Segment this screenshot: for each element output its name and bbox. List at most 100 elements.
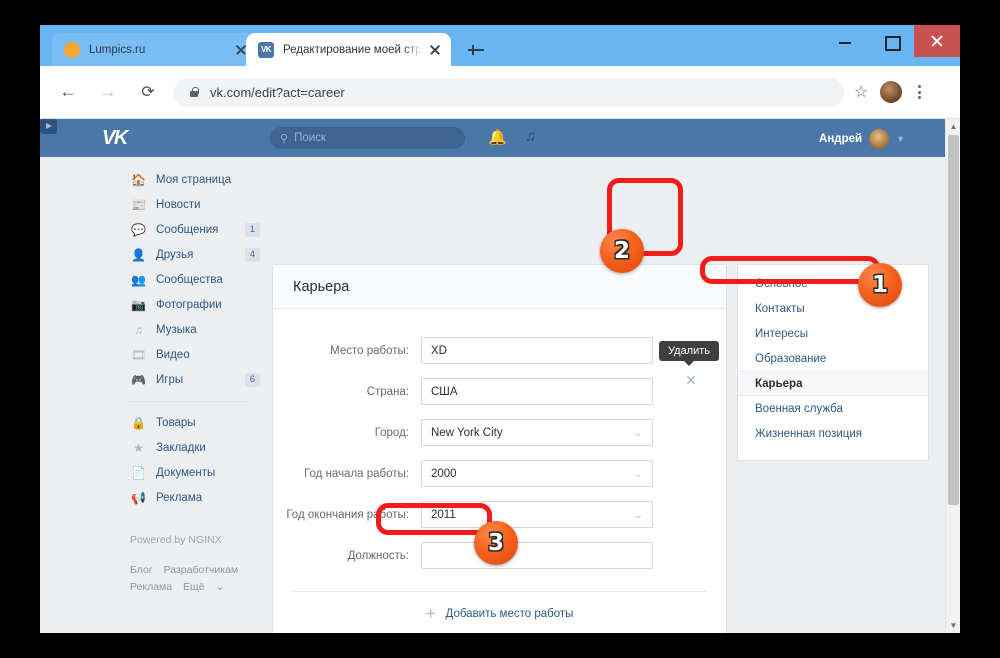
window-close-button[interactable] [914,25,960,57]
sidebar-item-video[interactable]: 🎞 Видео [130,342,260,367]
sidebar-item-music[interactable]: ♫ Музыка [130,317,260,342]
field-value: США [431,385,458,398]
scroll-up-arrow-icon[interactable]: ▲ [946,119,960,134]
menu-item-interests[interactable]: Интересы [738,321,928,346]
menu-item-contacts[interactable]: Контакты [738,296,928,321]
start-year-select[interactable]: 2000 ⌄ [421,460,653,487]
menu-item-military[interactable]: Военная служба [738,396,928,421]
bookmark-star-icon[interactable]: ☆ [854,82,868,102]
sidebar-item-market[interactable]: 🔒 Товары [130,410,260,435]
field-label: Год окончания работы: [286,508,409,521]
field-label: Место работы: [330,344,409,357]
chevron-down-icon: ⌄ [215,581,225,593]
back-arrow-icon[interactable]: ← [52,76,84,108]
sidebar-footer-links: Блог Разработчикам Реклама Ещё ⌄ [130,562,250,596]
forward-arrow-icon[interactable]: → [92,76,124,108]
video-icon: 🎞 [130,347,147,362]
end-year-select[interactable]: 2011 ⌄ [421,501,653,528]
sidebar-badge: 4 [244,247,260,262]
delete-job-control[interactable]: ✕ [677,366,705,394]
tab-title: Lumpics.ru [89,43,146,56]
annotation-badge-3: 3 [474,521,518,565]
bookmark-icon: ★ [133,440,144,455]
new-tab-button[interactable] [465,39,487,61]
field-value: 2011 [431,508,456,521]
sidebar-item-label: Музыка [156,323,197,336]
add-workplace-button[interactable]: + Добавить место работы [273,592,726,633]
market-icon: 🔒 [131,415,146,430]
video-icon[interactable] [40,119,57,134]
delete-tooltip: Удалить [659,341,719,366]
browser-tab-vk-edit[interactable]: VK Редактирование моей страниц [246,33,451,66]
plus-icon: + [425,604,436,623]
sidebar-item-bookmarks[interactable]: ★ Закладки [130,435,260,460]
footer-link-developers[interactable]: Разработчикам [164,564,239,576]
sidebar-item-communities[interactable]: 👥 Сообщества [130,267,260,292]
music-icon: ♫ [134,322,143,337]
bell-icon[interactable]: 🔔 [488,128,507,146]
browser-profile-avatar[interactable] [880,81,903,103]
chevron-down-icon: ⌄ [633,509,643,521]
sidebar-item-documents[interactable]: 📄 Документы [130,460,260,485]
address-bar[interactable]: vk.com/edit?act=career [174,77,844,107]
workplace-input[interactable]: XD [421,337,653,364]
photos-icon: 📷 [131,297,146,312]
page-scrollbar[interactable]: ▲ ▼ [945,119,960,633]
field-label: Город: [374,426,409,439]
vk-search-input[interactable]: ⚲ Поиск [270,127,465,149]
field-value: XD [431,344,447,357]
sidebar-item-label: Моя страница [156,173,232,186]
field-value: 2000 [431,467,457,480]
field-value: New York City [431,426,503,439]
search-icon: ⚲ [280,132,289,145]
sidebar-item-label: Игры [156,373,184,386]
career-settings-card: Карьера Место работы: XD Страна: США Гор… [272,264,727,633]
reload-icon[interactable]: ⟳ [132,76,164,108]
menu-item-education[interactable]: Образование [738,346,928,371]
scroll-down-arrow-icon[interactable]: ▼ [946,618,960,633]
sidebar-item-news[interactable]: 📰 Новости [130,192,260,217]
sidebar-divider [130,401,248,402]
left-navigation: 🏠 Моя страница 📰 Новости 💬 Сообщения 1 👤… [130,167,260,596]
vk-logo[interactable]: VK [102,127,128,150]
sidebar-item-ads[interactable]: 📢 Реклама [130,485,260,510]
sidebar-item-label: Друзья [156,248,194,261]
community-icon: 👥 [131,272,146,287]
country-input[interactable]: США [421,378,653,405]
avatar [869,129,890,149]
documents-icon: 📄 [131,465,146,480]
sidebar-item-friends[interactable]: 👤 Друзья 4 [130,242,260,267]
music-icon[interactable]: ♫ [525,128,536,145]
position-input[interactable] [421,542,653,569]
footer-link-more[interactable]: Ещё [183,581,204,593]
sidebar-item-photos[interactable]: 📷 Фотографии [130,292,260,317]
home-icon: 🏠 [131,172,146,187]
scrollbar-thumb[interactable] [948,135,959,505]
browser-menu-icon[interactable] [908,85,930,99]
address-bar-url: vk.com/edit?act=career [210,84,345,100]
vk-search-placeholder: Поиск [294,132,326,144]
footer-link-blog[interactable]: Блог [130,564,153,576]
ads-icon: 📢 [131,490,146,505]
window-minimize-button[interactable] [822,25,868,57]
sidebar-item-messages[interactable]: 💬 Сообщения 1 [130,217,260,242]
sidebar-item-label: Документы [156,466,216,479]
tab-close-icon[interactable] [427,42,443,58]
sidebar-item-label: Фотографии [156,298,222,311]
sidebar-item-my-page[interactable]: 🏠 Моя страница [130,167,260,192]
browser-tabstrip: Lumpics.ru VK Редактирование моей страни… [40,25,960,66]
city-select[interactable]: New York City ⌄ [421,419,653,446]
friends-icon: 👤 [131,247,146,262]
menu-item-life-position[interactable]: Жизненная позиция [738,421,928,446]
message-icon: 💬 [131,222,146,237]
footer-link-ads[interactable]: Реклама [130,581,172,593]
field-label: Страна: [366,385,409,398]
annotation-badge-2: 2 [600,229,644,273]
menu-item-career[interactable]: Карьера [738,371,928,396]
sidebar-item-label: Товары [156,416,196,429]
window-maximize-button[interactable] [868,25,914,57]
chevron-down-icon: ⌄ [633,468,643,480]
vk-user-menu[interactable]: Андрей ▼ [819,129,905,149]
browser-tab-lumpics[interactable]: Lumpics.ru [52,33,257,66]
sidebar-item-games[interactable]: 🎮 Игры 6 [130,367,260,392]
